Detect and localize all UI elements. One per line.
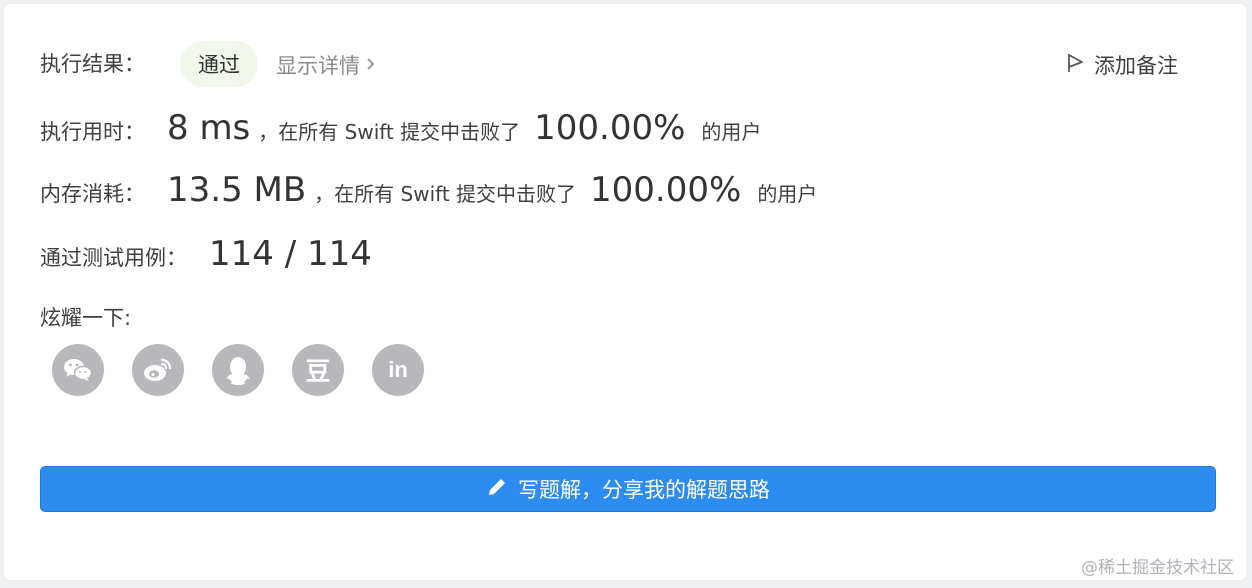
add-note-button[interactable]: 添加备注 [1066,50,1178,80]
add-note-label: 添加备注 [1094,54,1178,78]
write-solution-label: 写题解，分享我的解题思路 [518,478,770,502]
memory-percent: 100.00% [590,170,742,210]
flag-icon [1066,52,1086,79]
memory-suffix: 的用户 [757,182,818,206]
weibo-icon[interactable] [132,344,184,396]
memory-value: 13.5 MB [167,170,307,210]
status-badge: 通过 [180,41,258,87]
pencil-icon [486,476,508,503]
write-solution-button[interactable]: 写题解，分享我的解题思路 [40,466,1216,512]
memory-beat-text: ，在所有 Swift 提交中击败了 [314,182,577,206]
submission-result-card: 执行结果： 通过 显示详情 添加备注 执行用时： 8 ms ，在所有 Swift… [4,4,1246,580]
wechat-icon[interactable] [52,344,104,396]
runtime-beat-text: ，在所有 Swift 提交中击败了 [258,120,521,144]
watermark: @稀土掘金技术社区 [1081,558,1234,578]
douban-icon[interactable]: 豆 [292,344,344,396]
result-row: 执行结果： [40,48,145,78]
memory-row: 内存消耗： 13.5 MB ，在所有 Swift 提交中击败了 100.00% … [40,170,817,210]
qq-icon[interactable] [212,344,264,396]
tests-label: 通过测试用例： [40,246,187,270]
chevron-right-icon [366,55,376,76]
runtime-value: 8 ms [167,108,251,148]
runtime-percent: 100.00% [534,108,686,148]
tests-row: 通过测试用例： 114 / 114 [40,234,372,274]
tests-value: 114 / 114 [209,234,372,274]
show-details-label: 显示详情 [276,54,360,78]
linkedin-glyph: in [388,357,408,382]
result-label: 执行结果： [40,52,145,76]
linkedin-icon[interactable]: in [372,344,424,396]
share-row: 炫耀一下: [40,302,131,332]
douban-glyph: 豆 [305,358,331,386]
show-details-link[interactable]: 显示详情 [276,50,376,80]
share-icons: 豆 in [52,344,424,396]
share-label: 炫耀一下: [40,306,132,330]
memory-label: 内存消耗： [40,182,145,206]
runtime-label: 执行用时： [40,120,145,144]
runtime-row: 执行用时： 8 ms ，在所有 Swift 提交中击败了 100.00% 的用户 [40,108,761,148]
runtime-suffix: 的用户 [701,120,762,144]
